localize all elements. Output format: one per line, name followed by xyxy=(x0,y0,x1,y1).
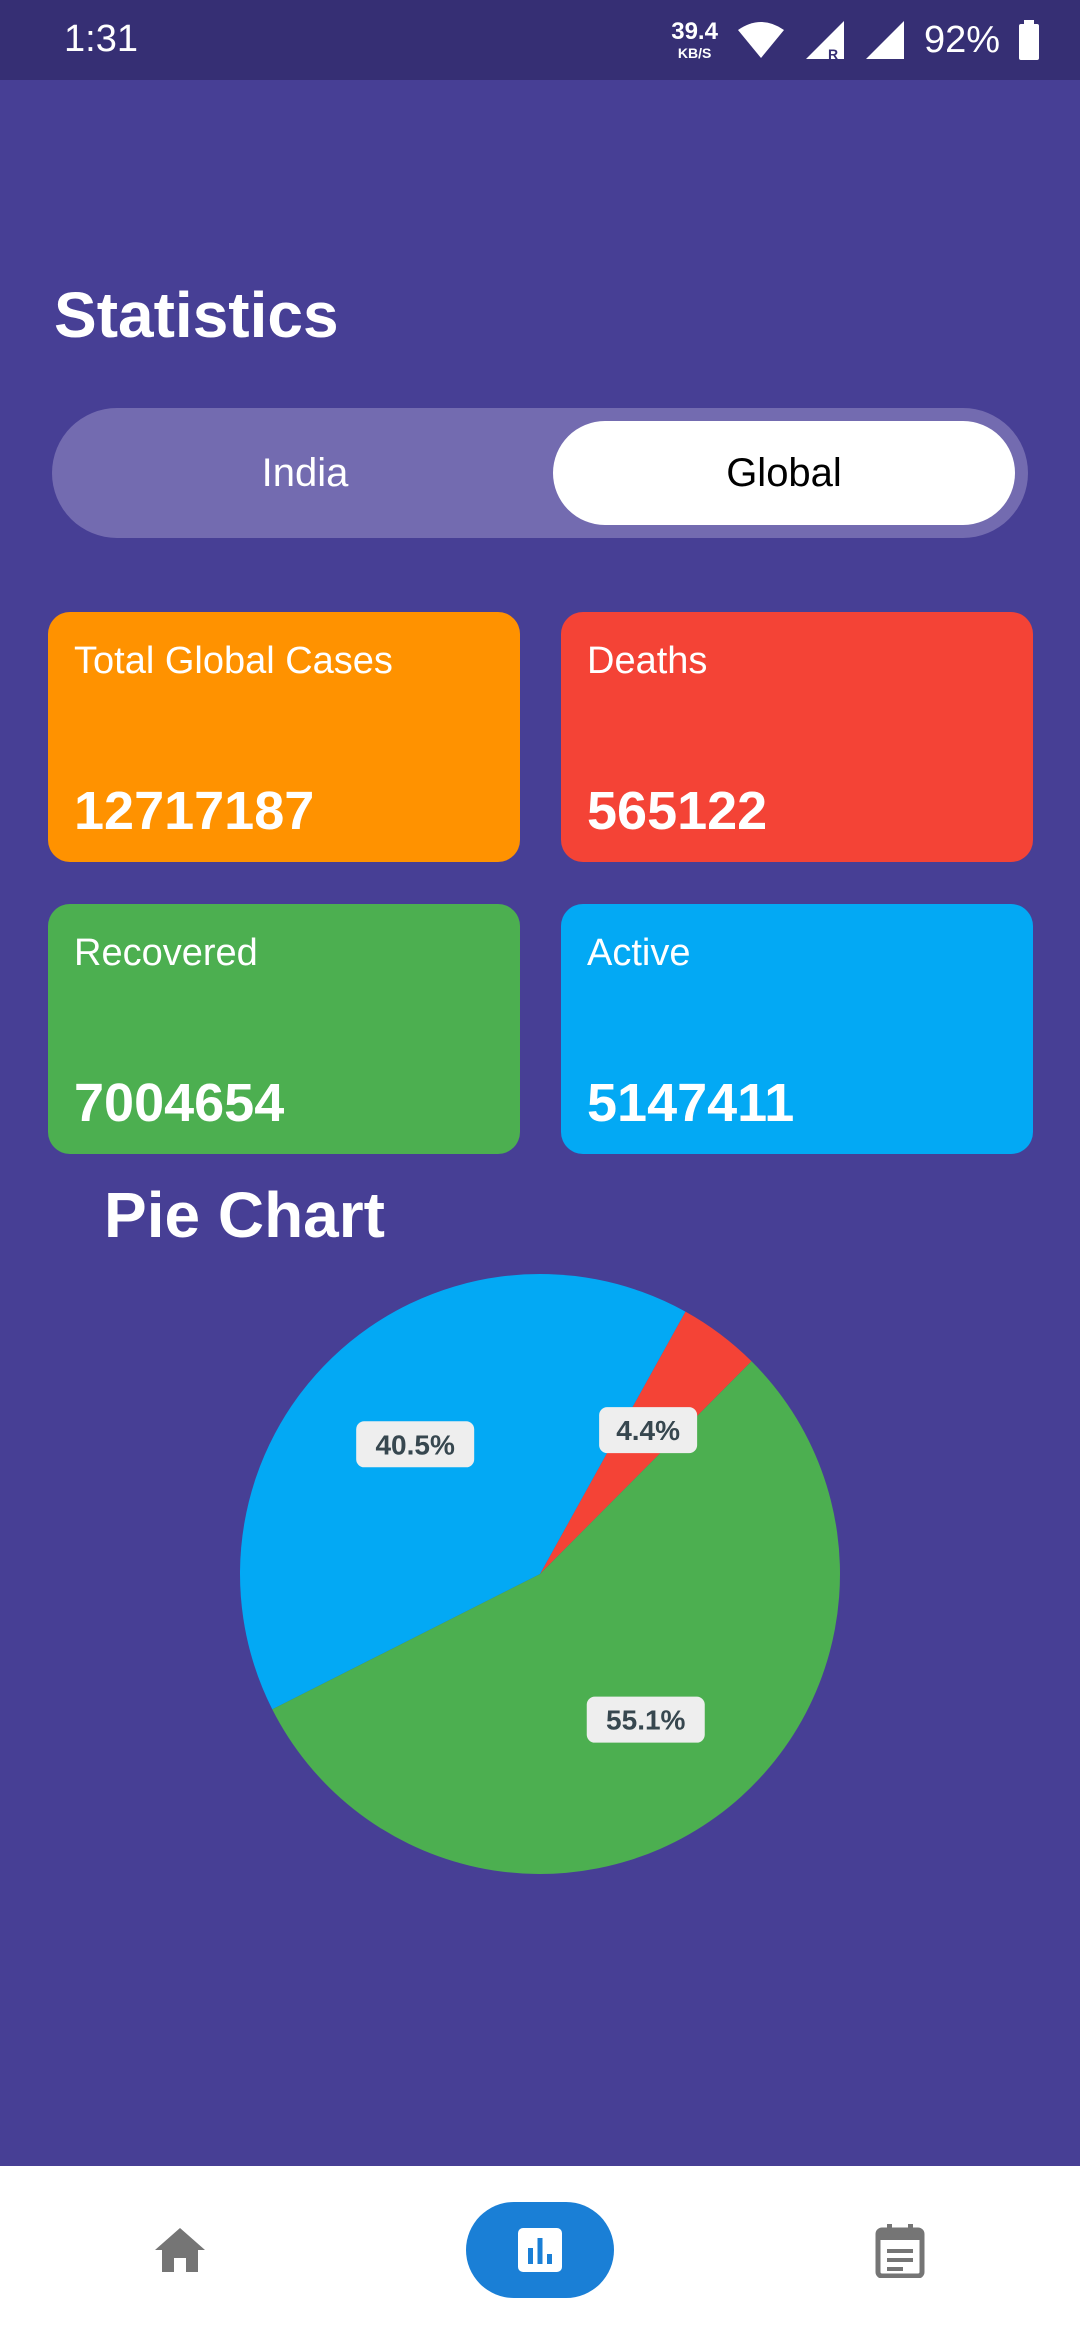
card-total-cases: Total Global Cases 12717187 xyxy=(48,612,520,862)
region-toggle: India Global xyxy=(52,408,1028,538)
network-speed: 39.4 KB/S xyxy=(671,18,718,61)
pie-data-label: 40.5% xyxy=(356,1421,475,1468)
card-deaths: Deaths 565122 xyxy=(561,612,1033,862)
pie-data-label: 55.1% xyxy=(586,1696,705,1743)
pie-data-label-text: 40.5% xyxy=(375,1429,454,1460)
pie-data-label-bg xyxy=(586,1696,705,1743)
toggle-india[interactable]: India xyxy=(65,421,545,525)
pie-data-label-text: 4.4% xyxy=(616,1415,680,1446)
nav-news[interactable] xyxy=(840,2202,960,2298)
status-icons: 39.4 KB/S R 92% xyxy=(671,14,1040,66)
card-label: Total Global Cases xyxy=(74,640,393,682)
card-label: Recovered xyxy=(74,932,258,974)
battery-icon xyxy=(1019,20,1039,60)
nav-home[interactable] xyxy=(120,2202,240,2298)
card-recovered: Recovered 7004654 xyxy=(48,904,520,1154)
pie-slice-deaths xyxy=(540,1311,752,1574)
pie-data-label-text: 55.1% xyxy=(606,1705,685,1736)
toggle-global[interactable]: Global xyxy=(553,421,1015,525)
home-icon xyxy=(155,2228,205,2272)
svg-text:R: R xyxy=(828,46,838,61)
nav-statistics[interactable] xyxy=(466,2202,614,2298)
card-value: 7004654 xyxy=(74,1073,285,1133)
status-bar: 1:31 39.4 KB/S R 92% xyxy=(0,0,1080,80)
pie-slice-recovered xyxy=(272,1361,840,1874)
card-value: 565122 xyxy=(587,781,768,841)
signal-icon xyxy=(865,21,904,59)
bottom-navigation xyxy=(0,2166,1080,2340)
pie-data-label-bg xyxy=(599,1407,698,1454)
network-speed-value: 39.4 xyxy=(671,18,718,45)
card-value: 12717187 xyxy=(74,781,315,841)
card-label: Deaths xyxy=(587,640,708,682)
card-label: Active xyxy=(587,932,691,974)
card-value: 5147411 xyxy=(587,1073,795,1133)
card-active: Active 5147411 xyxy=(561,904,1033,1154)
news-icon xyxy=(875,2224,925,2278)
bar-chart-icon xyxy=(518,2228,562,2272)
page-title: Statistics xyxy=(54,279,339,351)
network-speed-unit: KB/S xyxy=(677,45,712,61)
status-time: 1:31 xyxy=(64,18,138,60)
wifi-icon xyxy=(737,22,784,58)
pie-slice-active xyxy=(239,1274,686,1710)
pie-data-label-bg xyxy=(356,1421,475,1468)
pie-data-label: 4.4% xyxy=(599,1407,698,1454)
pie-chart-title: Pie Chart xyxy=(104,1179,385,1251)
battery-percent: 92% xyxy=(923,18,1000,61)
signal-r-icon: R xyxy=(805,21,844,61)
